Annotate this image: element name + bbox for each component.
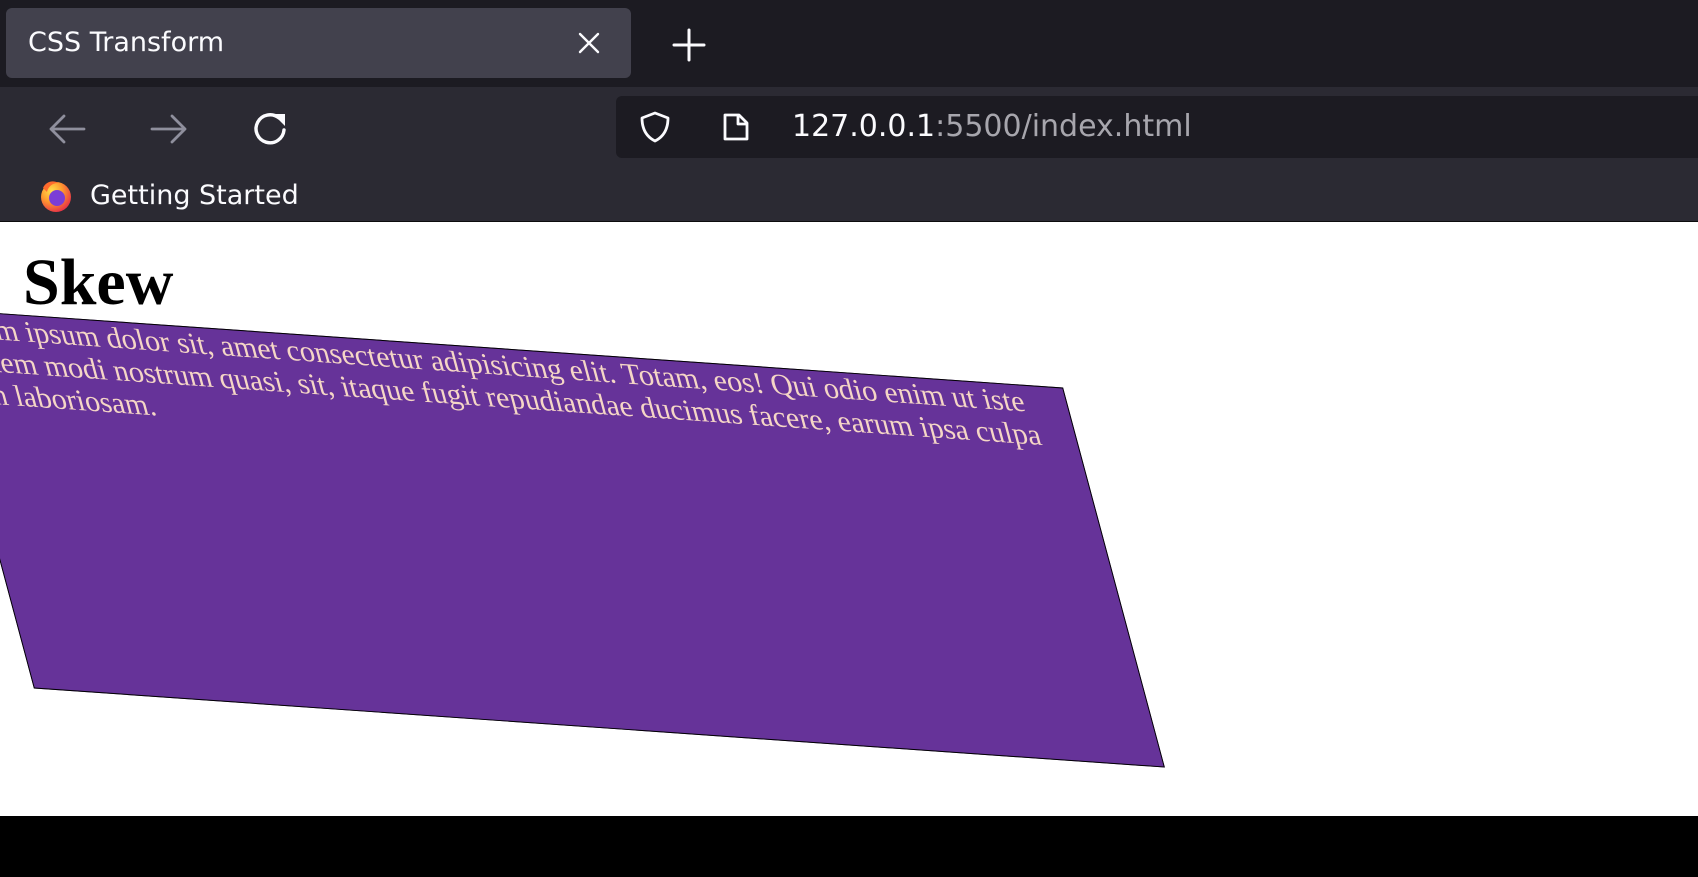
screen-bottom-bar: [0, 816, 1698, 877]
navigation-toolbar: 127.0.0.1:5500/index.html: [0, 87, 1698, 169]
skewed-box: Lorem ipsum dolor sit, amet consectetur …: [0, 308, 1165, 768]
page-viewport: Skew Lorem ipsum dolor sit, amet consect…: [0, 222, 1698, 816]
page-heading: Skew: [23, 246, 174, 319]
tab-title: CSS Transform: [28, 27, 225, 58]
tab-bar: CSS Transform: [0, 0, 1698, 87]
address-bar[interactable]: 127.0.0.1:5500/index.html: [616, 96, 1698, 158]
arrow-right-icon[interactable]: [148, 108, 190, 150]
arrow-left-icon[interactable]: [46, 108, 88, 150]
bookmark-label: Getting Started: [90, 180, 299, 211]
tab-css-transform[interactable]: CSS Transform: [6, 8, 631, 78]
page-icon[interactable]: [719, 110, 753, 144]
url-path: :5500/index.html: [935, 109, 1192, 144]
url-text[interactable]: 127.0.0.1:5500/index.html: [792, 96, 1192, 158]
close-icon[interactable]: [577, 31, 601, 55]
plus-icon[interactable]: [672, 28, 706, 62]
shield-icon[interactable]: [638, 110, 672, 144]
url-host: 127.0.0.1: [792, 109, 936, 144]
firefox-icon: [41, 181, 71, 212]
bookmarks-toolbar: Getting Started: [0, 169, 1698, 222]
skewed-paragraph: Lorem ipsum dolor sit, amet consectetur …: [0, 309, 1045, 453]
reload-icon[interactable]: [249, 108, 291, 150]
